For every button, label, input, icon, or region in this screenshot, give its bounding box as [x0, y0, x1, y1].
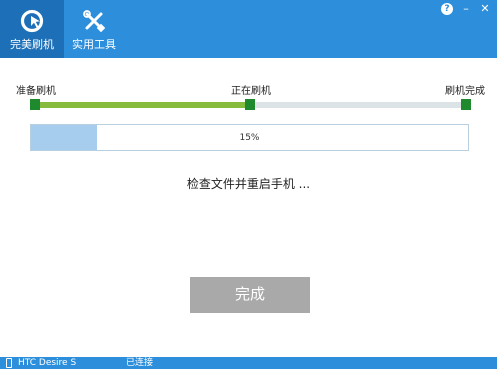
tab-perfect-flash[interactable]: 完美刷机 — [0, 0, 64, 58]
stage-node-flashing — [245, 99, 255, 110]
help-button[interactable]: ? — [441, 3, 453, 15]
flash-progress-bar: 15% — [30, 124, 469, 151]
minimize-button[interactable]: – — [460, 3, 472, 15]
top-toolbar: 完美刷机 实用工具 ? – ✕ — [0, 0, 497, 58]
stage-label-complete: 刷机完成 — [445, 86, 485, 97]
stage-track-fill — [34, 102, 250, 108]
tab-utility-tools[interactable]: 实用工具 — [64, 0, 124, 58]
flash-refresh-icon — [20, 9, 44, 33]
stage-label-flashing: 正在刷机 — [231, 86, 271, 97]
status-message: 检查文件并重启手机 ... — [186, 177, 311, 191]
close-button[interactable]: ✕ — [479, 3, 491, 15]
progress-percent-text: 15% — [239, 133, 260, 143]
phone-icon — [6, 358, 12, 368]
device-name: HTC Desire S — [18, 358, 77, 368]
status-bar: HTC Desire S 已连接 — [0, 357, 497, 369]
done-button[interactable]: 完成 — [190, 277, 310, 313]
stage-node-complete — [461, 99, 471, 110]
tab-label: 完美刷机 — [10, 38, 54, 51]
tab-label: 实用工具 — [72, 38, 116, 51]
stage-label-prepare: 准备刷机 — [16, 86, 56, 97]
connection-status: 已连接 — [126, 358, 154, 368]
tools-icon — [83, 10, 106, 33]
stage-node-prepare — [30, 99, 40, 110]
window-controls: ? – ✕ — [441, 3, 491, 15]
